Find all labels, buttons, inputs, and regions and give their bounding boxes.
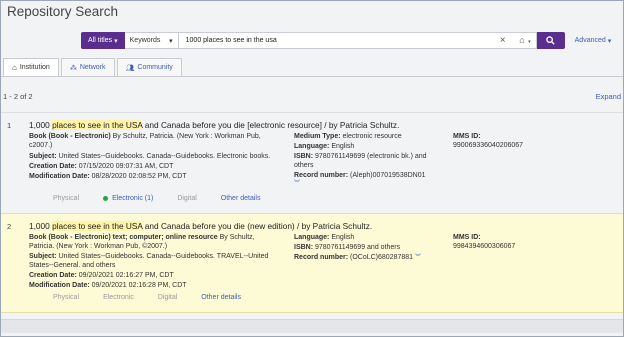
page-title: Repository Search	[7, 4, 119, 19]
mms-id: 9984394600306067	[453, 243, 516, 250]
tab-community[interactable]: 👥︎ Community	[116, 58, 182, 77]
result-title[interactable]: 1,000 places to see in the USA and Canad…	[29, 221, 372, 231]
mms-id: 990069336040206067	[453, 142, 524, 149]
scope-dropdown[interactable]: All titles ▾	[81, 32, 125, 49]
caret-down-icon: ▾	[169, 37, 173, 45]
scope-label: All titles	[88, 37, 113, 44]
isbn: ISBN: 9780761149699 and others	[294, 244, 401, 251]
modification-date: Modification Date: 09/20/2021 02:16:28 P…	[29, 282, 187, 289]
advanced-label: Advanced	[574, 37, 606, 44]
medium-type: Medium Type: electronic resource	[294, 133, 402, 140]
search-button[interactable]	[536, 32, 565, 49]
digital-tab[interactable]: Digital	[158, 294, 177, 301]
result-actions: Physical Electronic (1) Digital Other de…	[53, 195, 260, 202]
result-id: MMS ID: 990069336040206067	[453, 132, 603, 150]
search-field-select[interactable]: Keywords ▾	[124, 32, 179, 49]
isbn: ISBN: 9780761149699 (electronic bk.) and…	[294, 153, 427, 169]
title-part: 1,000	[29, 221, 53, 231]
mms-label: MMS ID:	[453, 234, 481, 241]
result-title[interactable]: 1,000 places to see in the USA and Canad…	[29, 120, 399, 130]
record-number: Record number: (Aleph)007019538DN01	[294, 172, 426, 179]
resource-type: Book (Book - Electronic) text; computer;…	[29, 234, 255, 250]
title-part: and Canada before you die (new edition) …	[142, 221, 373, 231]
results-count: 1 - 2 of 2	[3, 92, 33, 101]
chevron-down-icon[interactable]: ︾	[415, 255, 421, 261]
caret-down-icon: ▾	[607, 37, 612, 45]
caret-down-icon[interactable]: ▾	[528, 39, 531, 45]
caret-down-icon: ▾	[114, 37, 118, 45]
physical-tab[interactable]: Physical	[53, 294, 79, 301]
resource-type: Book (Book - Electronic) By Schultz, Pat…	[29, 133, 261, 149]
language: Language: English	[294, 234, 355, 241]
result-metadata: Medium Type: electronic resource Languag…	[294, 132, 434, 189]
available-dot-icon	[103, 196, 109, 201]
electronic-tab[interactable]: Electronic (1)	[103, 195, 153, 202]
result-row: 2 1,000 places to see in the USA and Can…	[1, 213, 623, 313]
result-number: 2	[7, 222, 12, 231]
tab-institution[interactable]: ⌂ Institution	[3, 58, 59, 77]
search-icon	[546, 36, 555, 45]
title-part: 1,000	[29, 120, 53, 130]
expand-link[interactable]: Expand	[596, 92, 621, 101]
modification-date: Modification Date: 08/28/2020 02:08:52 P…	[29, 173, 187, 180]
electronic-tab[interactable]: Electronic	[103, 294, 134, 301]
search-field-label: Keywords	[129, 37, 161, 44]
home-icon[interactable]: ⌂	[519, 35, 524, 45]
record-number: Record number: (OCoLC)680287881 ︾	[294, 254, 422, 261]
digital-tab[interactable]: Digital	[177, 195, 196, 202]
tab-label: Community	[137, 64, 173, 71]
electronic-label: Electronic (1)	[112, 195, 154, 202]
result-actions: Physical Electronic Digital Other detail…	[53, 294, 241, 301]
bottom-bar	[1, 319, 623, 333]
clear-icon[interactable]: ×	[500, 35, 506, 46]
title-part: and Canada before you die [electronic re…	[142, 120, 400, 130]
result-details: Book (Book - Electronic) text; computer;…	[29, 233, 279, 290]
advanced-search-link[interactable]: Advanced ▾	[575, 37, 612, 45]
result-metadata: Language: English ISBN: 9780761149699 an…	[294, 233, 434, 263]
chevron-down-icon[interactable]: ︾	[294, 180, 434, 189]
subject: Subject: United States--Guidebooks. Cana…	[29, 153, 271, 160]
users-icon: 👥︎	[125, 64, 135, 72]
search-input[interactable]: 1000 places to see in the usa × ⌂ ▾	[178, 32, 537, 49]
result-row: 1 1,000 places to see in the USA and Can…	[1, 112, 623, 211]
result-number: 1	[7, 121, 12, 130]
app-window: Repository Search All titles ▾ Keywords …	[0, 0, 624, 337]
title-highlight: places to see in the USA	[52, 221, 143, 231]
network-icon: ⁂	[69, 64, 77, 72]
language: Language: English	[294, 143, 355, 150]
other-details-link[interactable]: Other details	[221, 195, 261, 202]
tab-label: Institution	[19, 64, 50, 71]
search-query-text: 1000 places to see in the usa	[185, 37, 277, 44]
mms-label: MMS ID:	[453, 133, 481, 140]
home-icon: ⌂	[12, 63, 17, 72]
subject: Subject: United States--Guidebooks. Cana…	[29, 253, 269, 269]
result-details: Book (Book - Electronic) By Schultz, Pat…	[29, 132, 279, 181]
tab-network[interactable]: ⁂ Network	[60, 58, 115, 77]
physical-tab[interactable]: Physical	[53, 195, 79, 202]
creation-date: Creation Date: 07/15/2020 09:07:31 AM, C…	[29, 163, 174, 170]
result-id: MMS ID: 9984394600306067	[453, 233, 603, 251]
tab-divider	[1, 76, 623, 77]
creation-date: Creation Date: 09/20/2021 02:16:27 PM, C…	[29, 272, 174, 279]
search-bar: All titles ▾ Keywords ▾ 1000 places to s…	[81, 32, 611, 49]
title-highlight: places to see in the USA	[52, 120, 143, 130]
other-details-link[interactable]: Other details	[201, 294, 241, 301]
tab-label: Network	[79, 64, 106, 71]
search-tabs: ⌂ Institution ⁂ Network 👥︎ Community	[3, 58, 182, 77]
